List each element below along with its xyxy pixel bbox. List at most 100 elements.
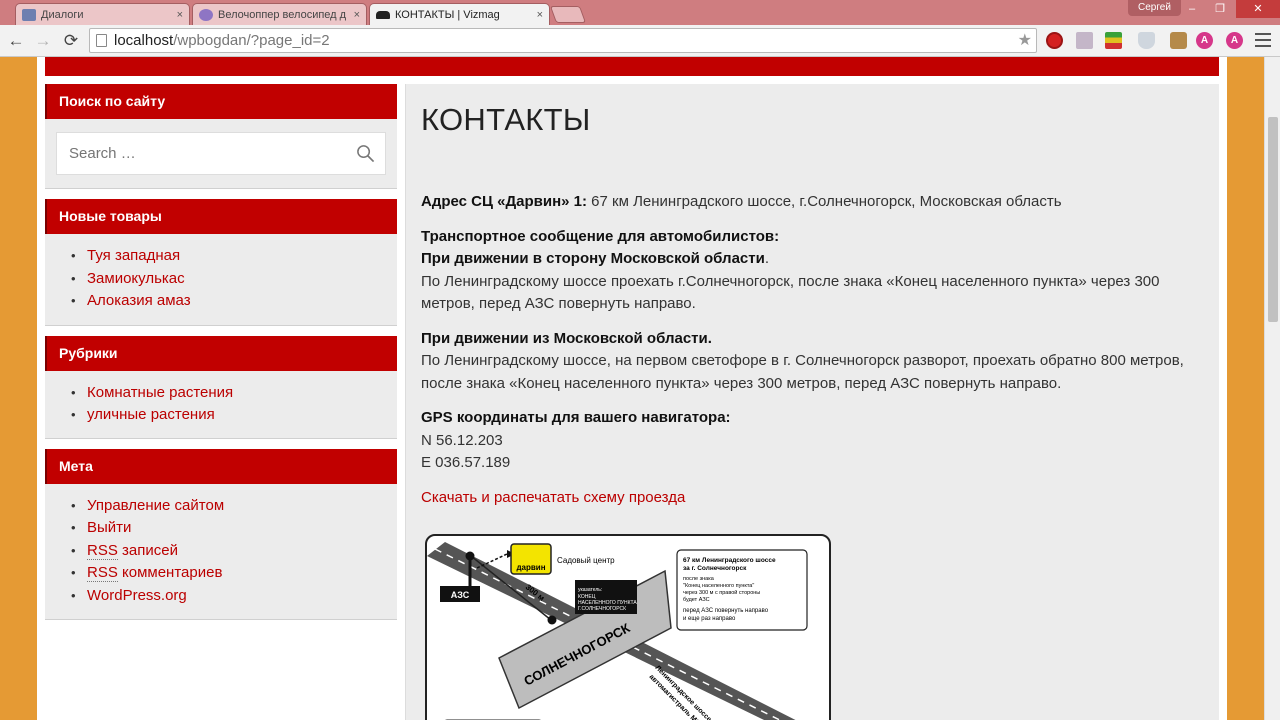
gps-north: N 56.12.203 <box>421 431 503 449</box>
info-line: 67 км Ленинградского шоссе <box>683 557 776 564</box>
bookmark-star-icon[interactable]: ★ <box>1018 29 1032 52</box>
a-icon[interactable]: A <box>1196 32 1213 49</box>
back-button[interactable]: ← <box>5 30 27 52</box>
browser-tabbar: Диалоги × Велочоппер велосипед д × КОНТА… <box>0 0 1280 25</box>
gps-paragraph: GPS координаты для вашего навигатора: N … <box>421 407 1201 475</box>
new-products-widget: Новые товары Туя западная Замиокулькас А… <box>45 199 397 326</box>
widget-title: Рубрики <box>45 335 397 371</box>
maximize-button[interactable]: ❐ <box>1206 0 1234 18</box>
incognito-icon <box>376 10 390 19</box>
page: Поиск по сайту Новые товары Туя западная… <box>37 57 1227 720</box>
info-line: перед АЗС повернуть направо <box>683 608 769 614</box>
site-icon <box>199 8 213 21</box>
proxy-icon[interactable] <box>1170 32 1187 49</box>
heading-dot: . <box>764 250 770 267</box>
reload-button[interactable]: ⟳ <box>60 30 82 52</box>
shield-icon[interactable] <box>1138 32 1155 49</box>
link-label: WordPress.org <box>87 586 187 604</box>
product-link[interactable]: Алоказия амаз <box>71 290 387 313</box>
close-icon[interactable]: × <box>177 9 183 21</box>
transport-heading: Транспортное сообщение для автомобилисто… <box>421 227 780 245</box>
address-host: localhost <box>114 32 174 49</box>
info-line: после знака <box>683 576 715 582</box>
sidebar: Поиск по сайту Новые товары Туя западная… <box>45 84 397 630</box>
browser-toolbar: ← → ⟳ localhost/wpbogdan/?page_id=2 ★ A … <box>0 25 1280 57</box>
sign-line: указатель: <box>578 587 602 593</box>
colors-icon[interactable] <box>1105 32 1122 49</box>
search-input[interactable] <box>57 133 337 174</box>
download-paragraph: Скачать и распечатать схему проезда <box>421 487 1201 510</box>
widget-title: Новые товары <box>45 199 397 234</box>
link-label: Выйти <box>87 519 132 536</box>
rss-abbr: RSS <box>87 564 118 582</box>
tab-label: Велочоппер велосипед д <box>218 8 347 21</box>
link-label: комментариев <box>117 564 223 581</box>
categories-widget: Рубрики Комнатные растения уличные расте… <box>45 335 397 439</box>
tab-velochopper[interactable]: Велочоппер велосипед д × <box>192 3 367 25</box>
meta-link-logout[interactable]: Выйти <box>71 517 387 540</box>
darvin-logo-text: дарвин <box>516 563 545 572</box>
minimize-button[interactable]: – <box>1178 0 1206 18</box>
new-tab-button[interactable] <box>549 6 587 23</box>
to-moscow-text: По Ленинградскому шоссе проехать г.Солне… <box>421 272 1160 313</box>
info-line: будет АЗС <box>683 597 710 603</box>
route-map: АЗС дарвин Садовый центр 300 м указатель… <box>425 534 831 720</box>
to-moscow-heading: При движении в сторону Московской област… <box>421 250 765 267</box>
search-box <box>56 132 386 175</box>
search-widget: Поиск по сайту <box>45 84 397 189</box>
widget-title: Мета <box>45 448 397 484</box>
a-icon[interactable]: A <box>1226 32 1243 49</box>
category-link[interactable]: уличные растения <box>71 404 387 427</box>
meta-widget: Мета Управление сайтом Выйти RSS записей… <box>45 448 397 620</box>
meta-link-admin[interactable]: Управление сайтом <box>71 495 387 518</box>
garden-center-label: Садовый центр <box>557 556 615 565</box>
close-icon[interactable]: × <box>537 9 543 21</box>
info-line: за г. Солнечногорск <box>683 565 747 572</box>
meta-link-wordpress[interactable]: WordPress.org <box>71 585 387 608</box>
sign-point <box>547 615 557 625</box>
window-close-button[interactable]: ✕ <box>1236 0 1280 18</box>
product-link[interactable]: Замиокулькас <box>71 268 387 291</box>
sign-line: Г.СОЛНЕЧНОГОРСК <box>578 606 626 612</box>
info-line: и еще раз направо <box>683 616 736 622</box>
download-map-link[interactable]: Скачать и распечатать схему проезда <box>421 489 685 506</box>
page-icon <box>96 34 107 47</box>
address-label: Адрес СЦ «Дарвин» 1: <box>421 193 588 210</box>
scrollbar[interactable] <box>1264 57 1280 720</box>
meta-link-rss-comments[interactable]: RSS комментариев <box>71 562 387 585</box>
from-moscow-text: По Ленинградскому шоссе, на первом свето… <box>421 352 1184 392</box>
tab-dialogs[interactable]: Диалоги × <box>15 3 190 25</box>
route-map-drawing: АЗС дарвин Садовый центр 300 м указатель… <box>427 542 808 720</box>
menu-icon[interactable] <box>1255 33 1271 47</box>
address-text: 67 км Ленинградского шоссе, г.Солнечного… <box>587 193 1062 210</box>
widget-title: Поиск по сайту <box>45 84 397 119</box>
from-moscow-heading: При движении из Московской области. <box>421 329 712 347</box>
tab-label: Диалоги <box>41 8 84 21</box>
header-bar <box>45 57 1219 76</box>
address-bar[interactable]: localhost/wpbogdan/?page_id=2 ★ <box>89 28 1037 53</box>
forward-button[interactable]: → <box>32 30 54 52</box>
scrollbar-thumb[interactable] <box>1268 117 1278 322</box>
adblock-icon[interactable] <box>1046 32 1063 49</box>
link-label: записей <box>117 541 178 559</box>
search-icon[interactable] <box>356 144 375 163</box>
meta-link-rss-posts[interactable]: RSS записей <box>71 540 387 563</box>
category-link[interactable]: Комнатные растения <box>71 382 387 405</box>
info-line: через 300 м с правой стороны <box>683 589 760 596</box>
tab-label: КОНТАКТЫ | Vizmag <box>395 8 500 21</box>
azs-label: АЗС <box>451 590 470 600</box>
from-moscow-paragraph: При движении из Московской области. По Л… <box>421 328 1201 396</box>
gps-east: E 036.57.189 <box>421 454 511 471</box>
info-line: "Конец населенного пункта" <box>683 583 754 589</box>
user-profile-badge[interactable]: Сергей <box>1128 0 1181 16</box>
tab-contacts[interactable]: КОНТАКТЫ | Vizmag × <box>369 3 550 25</box>
gps-heading: GPS координаты для вашего навигатора: <box>421 409 731 426</box>
close-icon[interactable]: × <box>354 9 360 21</box>
link-label: Управление сайтом <box>87 496 225 514</box>
vk-icon <box>22 8 36 21</box>
product-link[interactable]: Туя западная <box>71 245 387 268</box>
transport-paragraph: Транспортное сообщение для автомобилисто… <box>421 226 1201 316</box>
address-path: /wpbogdan/?page_id=2 <box>173 32 330 49</box>
rss-abbr: RSS <box>87 541 118 560</box>
counter-icon[interactable] <box>1076 32 1093 49</box>
